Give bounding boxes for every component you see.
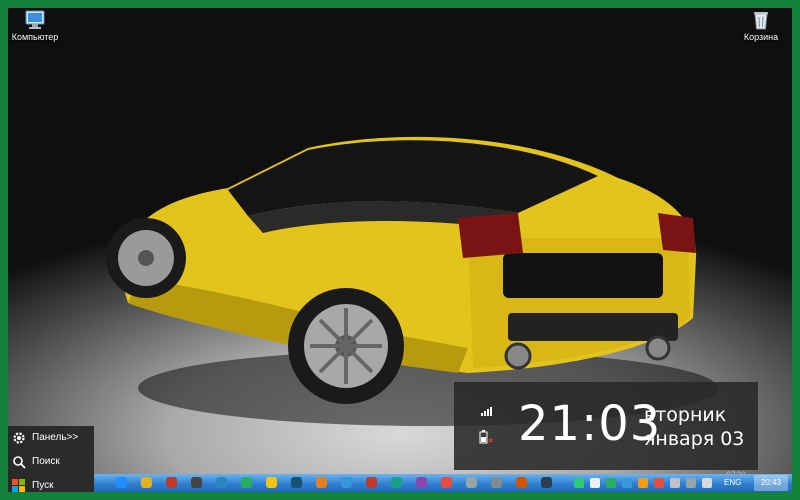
power-icon[interactable] <box>638 478 648 488</box>
desktop-icon-recycle-bin[interactable]: Корзина <box>726 10 792 42</box>
start-menu-item-panel[interactable]: Панель>> <box>8 426 94 450</box>
taskbar-app-icon[interactable] <box>191 477 202 488</box>
taskbar-clock[interactable]: 20:43 <box>754 475 788 491</box>
taskbar-app-icon[interactable] <box>416 477 427 488</box>
taskbar-app-icon[interactable] <box>341 477 352 488</box>
taskbar-app-icon[interactable] <box>291 477 302 488</box>
start-menu-item-search[interactable]: Поиск <box>8 450 94 474</box>
taskbar-app-icon[interactable] <box>441 477 452 488</box>
start-menu-item-label: Панель>> <box>32 432 79 443</box>
start-menu-item-label: Поиск <box>32 456 60 467</box>
taskbar-app-icon[interactable] <box>266 477 277 488</box>
battery-icon <box>479 430 493 444</box>
desktop-icon-label: Корзина <box>743 32 779 42</box>
desktop-icon-computer[interactable]: Компьютер <box>8 10 70 42</box>
windows-logo-icon <box>12 479 26 492</box>
taskbar-app-icon[interactable] <box>316 477 327 488</box>
signal-icon <box>481 407 492 416</box>
start-menu-item-label: Пуск <box>32 480 54 491</box>
start-button[interactable]: Пуск <box>8 474 94 492</box>
clock-weekday: вторник <box>644 404 727 426</box>
taskbar-app-icon[interactable] <box>241 477 252 488</box>
recycle-bin-icon <box>754 12 768 30</box>
language-indicator[interactable]: ENG <box>724 478 741 487</box>
start-menu: Панель>> Поиск Пуск <box>8 426 94 492</box>
taskbar-app-icon[interactable] <box>366 477 377 488</box>
taskbar-app-icon[interactable] <box>216 477 227 488</box>
clock-widget: 21:03 вторник января 03 <box>454 382 758 470</box>
taskbar-app-icon[interactable] <box>116 477 127 488</box>
chevron-up-icon[interactable] <box>686 478 696 488</box>
clock-time: 21:03 <box>518 396 662 452</box>
desktop-icon-label: Компьютер <box>11 32 59 42</box>
taskbar-app-icon[interactable] <box>466 477 477 488</box>
shield-icon[interactable] <box>606 478 616 488</box>
volume-icon[interactable] <box>590 478 600 488</box>
clock-date: января 03 <box>644 428 745 450</box>
network-icon[interactable] <box>574 478 584 488</box>
update-icon[interactable] <box>622 478 632 488</box>
taskbar: ENG 20:43 <box>94 474 792 492</box>
gear-icon <box>12 431 26 448</box>
taskbar-app-icon[interactable] <box>166 477 177 488</box>
taskbar-app-icon[interactable] <box>141 477 152 488</box>
taskbar-app-icon[interactable] <box>541 477 552 488</box>
search-icon <box>12 455 26 472</box>
speaker-icon[interactable] <box>702 478 712 488</box>
keyboard-icon[interactable] <box>670 478 680 488</box>
computer-icon <box>25 10 45 29</box>
taskbar-app-icon[interactable] <box>516 477 527 488</box>
desktop: Компьютер Корзина 21:03 вторник января 0… <box>8 8 792 492</box>
taskbar-app-icon[interactable] <box>391 477 402 488</box>
flag-icon[interactable] <box>654 478 664 488</box>
taskbar-app-icon[interactable] <box>491 477 502 488</box>
